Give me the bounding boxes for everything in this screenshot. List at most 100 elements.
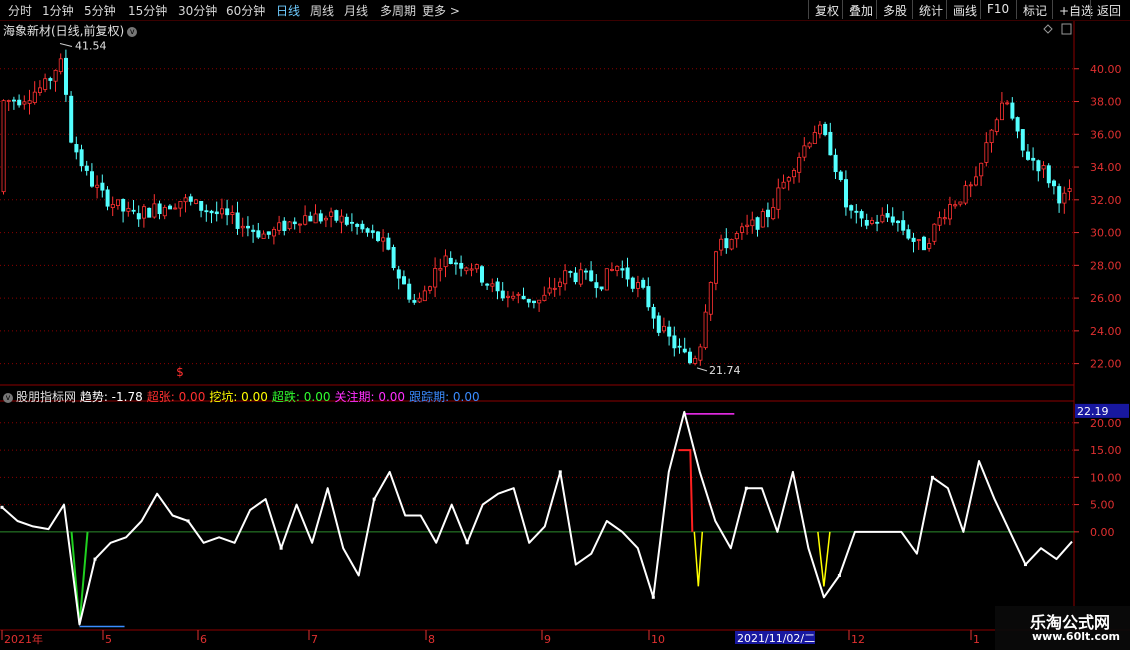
candle-body	[620, 268, 625, 271]
candle-body	[1015, 117, 1020, 132]
candle-body	[74, 144, 79, 153]
candle-body	[589, 270, 594, 282]
candle-body	[412, 300, 417, 303]
candle-body	[6, 100, 11, 102]
candle-body	[32, 91, 37, 103]
candle-body	[604, 268, 609, 291]
candle-body	[126, 208, 131, 212]
candle-body	[27, 100, 32, 104]
candle-body	[662, 325, 667, 332]
candle-body	[578, 269, 583, 285]
current-value-text: 22.19	[1077, 405, 1109, 418]
candle-body	[1031, 157, 1036, 161]
candle-body	[942, 217, 947, 220]
candle-body	[490, 283, 495, 287]
candle-body	[152, 203, 157, 218]
price-tick-label: 24.00	[1090, 325, 1122, 338]
candle-body	[958, 201, 963, 205]
candle-body	[230, 212, 235, 215]
candle-body	[708, 282, 713, 315]
indicator-tick-label: 5.00	[1090, 499, 1115, 512]
candle-body	[672, 335, 677, 349]
candle-body	[183, 197, 188, 203]
candle-body	[204, 210, 209, 213]
price-tick-label: 30.00	[1090, 227, 1122, 240]
main-chart[interactable]: 22.00 24.00 26.00 28.00 30.00 32.00 34.00 36.00…	[0, 0, 1130, 650]
candle-body	[266, 231, 271, 235]
candle-body	[173, 207, 178, 210]
candle-body	[500, 290, 505, 299]
price-tick-label: 26.00	[1090, 292, 1122, 305]
date-cursor-label: 2021/11/02/二	[737, 632, 815, 645]
candle-body	[864, 219, 869, 226]
date-label: 6	[200, 633, 207, 646]
date-label: 1	[973, 633, 980, 646]
candle-body	[818, 124, 823, 135]
date-label: 2021年	[4, 632, 43, 646]
indicator-title[interactable]: v 股朋指标网 趋势: -1.78 超张: 0.00 挖坑: 0.00 超跌: 0.00…	[3, 388, 484, 405]
candle-body	[240, 225, 245, 229]
candle-body	[1041, 165, 1046, 170]
candle-body	[505, 295, 510, 298]
candle-body	[542, 294, 547, 301]
candle-body	[147, 207, 152, 218]
candle-body	[479, 266, 484, 283]
candle-body	[136, 213, 141, 220]
candle-body	[391, 247, 396, 269]
candle-body	[755, 217, 760, 230]
candle-body	[688, 351, 693, 364]
date-label: 9	[544, 633, 551, 646]
indicator-item-0: 趋势: -1.78	[79, 390, 143, 404]
candles	[1, 49, 1072, 366]
trend-point	[837, 573, 841, 577]
candle-body	[511, 295, 516, 299]
candle-body	[438, 267, 443, 271]
candle-body	[880, 214, 885, 223]
candle-body	[334, 210, 339, 221]
watermark-url: www.60lt.com	[1031, 630, 1120, 643]
candle-body	[625, 267, 630, 280]
candle-body	[870, 220, 875, 224]
candle-body	[937, 217, 942, 226]
candle-body	[896, 220, 901, 224]
trend-point	[1023, 563, 1027, 567]
candle-body	[396, 269, 401, 279]
trend-point	[93, 557, 97, 561]
candle-body	[859, 211, 864, 219]
candle-body	[349, 221, 354, 224]
candle-body	[823, 123, 828, 136]
candle-body	[381, 237, 386, 242]
candle-body	[464, 267, 469, 272]
chevron-down-icon[interactable]: v	[3, 393, 13, 403]
candle-body	[719, 238, 724, 251]
candle-body	[526, 298, 531, 303]
candle-body	[682, 348, 687, 353]
candle-body	[251, 229, 256, 232]
candle-body	[828, 131, 833, 156]
candle-body	[974, 176, 979, 186]
candle-body	[422, 290, 427, 302]
trend-point	[186, 519, 190, 523]
trend-point	[930, 475, 934, 479]
candle-body	[854, 210, 859, 213]
candle-body	[703, 311, 708, 349]
candle-body	[386, 237, 391, 250]
candle-body	[979, 162, 984, 177]
trend-point	[465, 541, 469, 545]
indicator-item-2: 挖坑: 0.00	[209, 390, 268, 404]
candle-body	[401, 276, 406, 285]
candle-body	[459, 262, 464, 269]
candle-body	[1000, 102, 1005, 121]
candle-body	[188, 196, 193, 202]
candle-body	[277, 222, 282, 231]
candle-body	[214, 211, 219, 215]
price-tick-label: 34.00	[1090, 161, 1122, 174]
candle-body	[219, 208, 224, 215]
indicator-tick-label: 20.00	[1090, 417, 1122, 430]
candle-body	[178, 201, 183, 209]
candle-body	[802, 145, 807, 158]
candle-body	[308, 215, 313, 222]
candle-body	[745, 224, 750, 227]
candle-body	[849, 205, 854, 211]
candle-body	[651, 306, 656, 319]
